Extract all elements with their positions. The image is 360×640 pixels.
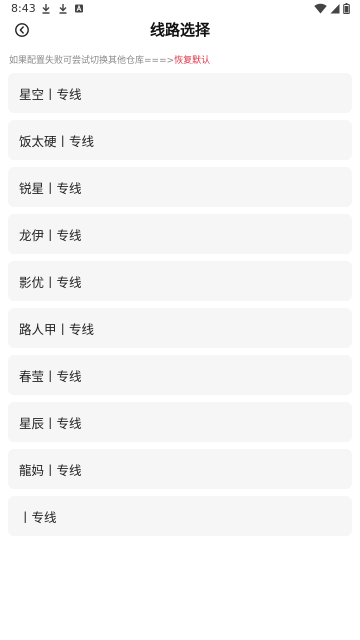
title-bar: 线路选择 xyxy=(0,16,360,42)
route-item[interactable]: 星辰丨专线 xyxy=(8,402,352,442)
route-item[interactable]: 龍妈丨专线 xyxy=(8,449,352,489)
signal-icon xyxy=(330,4,340,14)
route-label: 路人甲丨专线 xyxy=(19,321,95,337)
page-title: 线路选择 xyxy=(149,21,210,39)
route-label: 影优丨专线 xyxy=(19,274,82,290)
route-item[interactable]: 影优丨专线 xyxy=(8,261,352,301)
route-label: 饭太硬丨专线 xyxy=(19,133,95,149)
route-label: 星辰丨专线 xyxy=(19,415,82,431)
route-label: 龍妈丨专线 xyxy=(19,462,82,478)
route-item[interactable]: 星空丨专线 xyxy=(8,73,352,113)
route-list: 星空丨专线 饭太硬丨专线 锐星丨专线 龙伊丨专线 影优丨专线 路人甲丨专线 春莹… xyxy=(8,73,352,543)
download-icon xyxy=(42,4,50,14)
route-item[interactable]: 饭太硬丨专线 xyxy=(8,120,352,160)
restore-default-link[interactable]: 恢复默认 xyxy=(174,56,210,66)
download-icon xyxy=(59,4,67,14)
reset-notice: 如果配置失败可尝试切换其他仓库===>恢复默认 xyxy=(9,53,210,66)
status-time: 8:43 xyxy=(11,2,36,15)
wifi-icon xyxy=(314,3,327,14)
route-item[interactable]: 龙伊丨专线 xyxy=(8,214,352,254)
route-item[interactable]: 路人甲丨专线 xyxy=(8,308,352,348)
route-label: 星空丨专线 xyxy=(19,86,82,102)
route-item[interactable]: 丨专线 xyxy=(8,496,352,536)
route-label: 丨专线 xyxy=(19,509,57,525)
notice-text: 如果配置失败可尝试切换其他仓库===> xyxy=(9,56,175,66)
route-label: 春莹丨专线 xyxy=(19,368,82,384)
battery-icon xyxy=(343,3,350,14)
route-item[interactable]: 锐星丨专线 xyxy=(8,167,352,207)
route-item[interactable]: 春莹丨专线 xyxy=(8,355,352,395)
route-label: 锐星丨专线 xyxy=(19,180,82,196)
status-right-icons xyxy=(314,3,350,14)
app-notification-icon xyxy=(75,4,83,13)
route-label: 龙伊丨专线 xyxy=(19,227,82,243)
